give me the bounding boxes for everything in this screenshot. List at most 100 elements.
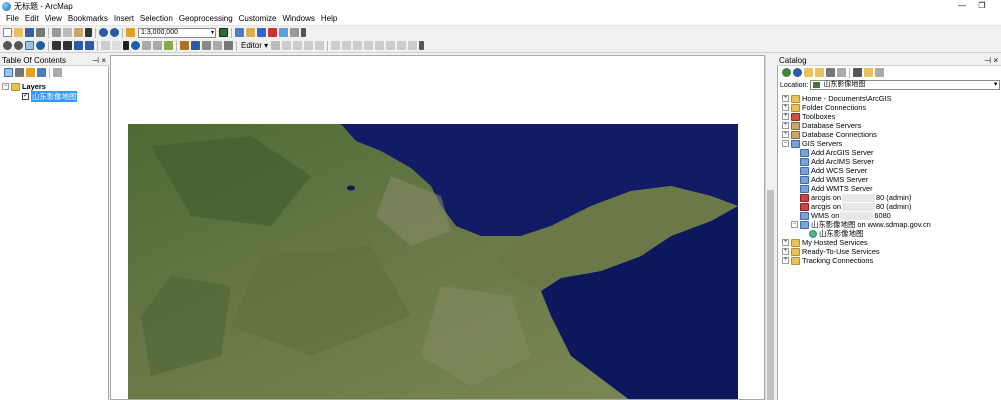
go-to-xy-icon[interactable] [202,41,211,50]
hyperlink-icon[interactable] [164,41,173,50]
fixed-zoom-out-icon[interactable] [63,41,72,50]
list-by-source-icon[interactable] [15,68,24,77]
catalog-item-database-connections[interactable]: + Database Connections [782,130,877,139]
catalog-item-add-wms-server[interactable]: Add WMS Server [800,175,868,184]
expand-icon[interactable]: + [782,122,789,129]
menu-bookmarks[interactable]: Bookmarks [65,12,111,25]
copy-icon[interactable] [63,28,72,37]
open-icon[interactable] [14,28,23,37]
catalog-item-home[interactable]: + Home - Documents\ArcGIS [782,94,892,103]
menu-windows[interactable]: Windows [279,12,317,25]
straight-segment-icon[interactable] [293,41,303,50]
pan-icon[interactable] [25,41,34,50]
attributes-icon[interactable] [386,41,396,50]
list-by-visibility-icon[interactable] [26,68,35,77]
menu-view[interactable]: View [42,12,65,25]
menu-selection[interactable]: Selection [137,12,176,25]
zoom-out-icon[interactable] [14,41,23,50]
catalog-item-add-arcims-server[interactable]: Add ArcIMS Server [800,157,874,166]
expand-icon[interactable]: + [782,257,789,264]
catalog-item-database-servers[interactable]: + Database Servers [782,121,861,130]
map-vertical-scrollbar[interactable] [765,55,775,400]
table-of-contents-window-icon[interactable] [235,28,244,37]
sketch-properties-icon[interactable] [397,41,407,50]
time-slider-icon[interactable] [213,41,222,50]
select-features-icon[interactable] [101,41,110,50]
toc-options-icon[interactable] [53,68,62,77]
catalog-item-my-hosted-services[interactable]: + My Hosted Services [782,238,868,247]
scrollbar-thumb[interactable] [767,190,774,400]
expand-icon[interactable]: + [782,239,789,246]
rotate-tool-icon[interactable] [375,41,385,50]
location-combobox[interactable]: 山东影像地图 ▾ [810,80,1001,90]
viewer-window-icon[interactable] [224,41,233,50]
print-icon[interactable] [36,28,45,37]
fixed-zoom-in-icon[interactable] [52,41,61,50]
expand-icon[interactable]: + [782,113,789,120]
back-extent-icon[interactable] [74,41,83,50]
save-icon[interactable] [25,28,34,37]
menu-insert[interactable]: Insert [111,12,137,25]
forward-icon[interactable] [793,68,802,77]
toolbar-overflow-icon[interactable] [419,41,425,50]
menu-edit[interactable]: Edit [22,12,42,25]
delete-icon[interactable] [85,28,92,37]
zoom-in-icon[interactable] [3,41,12,50]
find-route-icon[interactable] [191,41,200,50]
list-by-drawing-order-icon[interactable] [4,68,13,77]
expand-icon[interactable]: + [782,104,789,111]
redo-icon[interactable] [110,28,119,37]
catalog-item-add-wcs-server[interactable]: Add WCS Server [800,166,867,175]
catalog-item-toolboxes[interactable]: + Toolboxes [782,112,835,121]
collapse-icon[interactable]: − [791,221,798,228]
map-scale-dropdown[interactable]: 1:3,000,000 ▾ [138,27,216,38]
catalog-item-arcgis-server-1[interactable]: arcgis on 80 (admin) [800,193,911,202]
restore-button[interactable]: ❐ [972,0,992,12]
add-data-icon[interactable] [126,28,135,37]
catalog-item-add-arcgis-server[interactable]: Add ArcGIS Server [800,148,873,157]
catalog-item-sdmap-layer[interactable]: 山东影像地图 [809,229,863,238]
find-icon[interactable] [180,41,189,50]
expand-icon[interactable]: + [782,131,789,138]
new-document-icon[interactable] [3,28,12,37]
editor-toolbar-icon[interactable] [219,28,228,37]
catalog-window-icon[interactable] [246,28,255,37]
layer-item[interactable]: ✓ 山东影像地图 [22,91,78,102]
connect-to-folder-icon[interactable] [815,68,824,77]
cut-polygons-icon[interactable] [353,41,363,50]
catalog-pin-close[interactable]: ⊣ × [984,55,998,66]
list-by-selection-icon[interactable] [37,68,46,77]
toc-pin-close[interactable]: ⊣ × [92,55,106,66]
menu-geoprocessing[interactable]: Geoprocessing [176,12,236,25]
model-builder-icon[interactable] [290,28,299,37]
full-extent-icon[interactable] [36,41,45,50]
views-icon[interactable] [853,68,862,77]
undo-icon[interactable] [99,28,108,37]
expand-icon[interactable]: + [782,95,789,102]
edit-tool-icon[interactable] [271,41,281,50]
collapse-icon[interactable]: − [782,140,789,147]
launch-arccatalog-icon[interactable] [864,68,873,77]
trace-icon[interactable] [304,41,314,50]
menu-file[interactable]: File [3,12,22,25]
editor-menu[interactable]: Editor ▾ [239,41,270,50]
layers-group[interactable]: − Layers [2,82,46,91]
identify-icon[interactable] [131,41,140,50]
map-display[interactable] [110,55,765,400]
options-icon[interactable] [875,68,884,77]
expand-icon[interactable]: + [782,248,789,255]
paste-icon[interactable] [74,28,83,37]
create-features-icon[interactable] [408,41,418,50]
up-one-level-icon[interactable] [804,68,813,77]
cut-icon[interactable] [52,28,61,37]
back-icon[interactable] [782,68,791,77]
catalog-item-arcgis-server-2[interactable]: arcgis on 80 (admin) [800,202,911,211]
menu-customize[interactable]: Customize [236,12,280,25]
measure-icon[interactable] [153,41,162,50]
edit-vertices-icon[interactable] [331,41,341,50]
catalog-item-gis-servers[interactable]: − GIS Servers [782,139,842,148]
select-elements-icon[interactable] [123,41,129,50]
clear-selection-icon[interactable] [112,41,121,50]
catalog-item-ready-to-use-services[interactable]: + Ready-To-Use Services [782,247,880,256]
toolbar-overflow-icon[interactable] [301,28,306,37]
